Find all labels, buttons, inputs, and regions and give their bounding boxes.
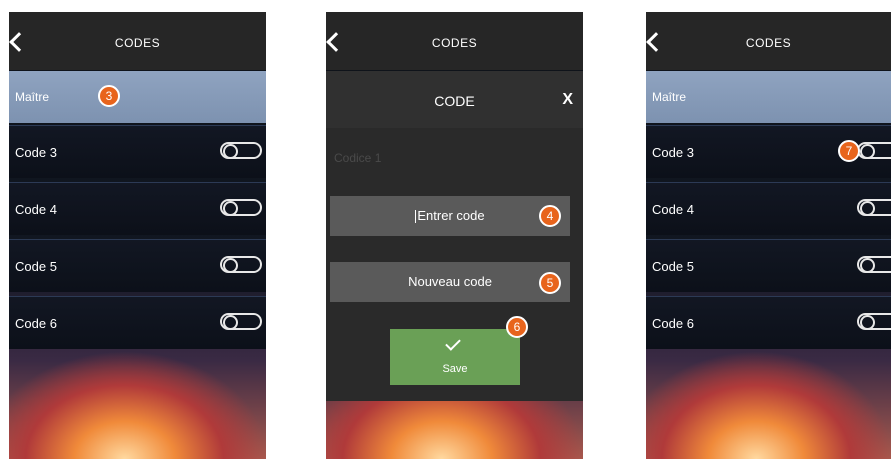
code-toggle[interactable] (857, 142, 891, 159)
code-label: Code 6 (15, 316, 57, 331)
code-toggle[interactable] (857, 256, 891, 273)
close-icon[interactable]: X (562, 91, 573, 109)
code-label: Code 3 (652, 145, 694, 160)
step-badge: 3 (98, 85, 120, 107)
master-code-row[interactable]: Maître (646, 71, 891, 123)
master-code-label: Maître (652, 90, 687, 104)
page-title: CODES (114, 36, 161, 50)
new-code-field[interactable]: Nouveau code (330, 262, 570, 302)
code-label: Code 4 (15, 202, 57, 217)
step-badge: 6 (506, 316, 528, 338)
master-code-label: Maître (15, 90, 50, 104)
code-label: Code 4 (652, 202, 694, 217)
code-toggle[interactable] (857, 313, 891, 330)
code-toggle[interactable] (220, 313, 262, 330)
code-label: Code 5 (15, 259, 57, 274)
master-code-row[interactable]: Maître 3 (9, 71, 266, 123)
modal-title: CODE (434, 93, 475, 109)
code-row-6[interactable]: Code 6 (9, 296, 266, 349)
code-label: Code 3 (15, 145, 57, 160)
code-row-6[interactable]: Code 6 (646, 296, 891, 349)
modal-header: CODE X (326, 71, 583, 128)
code-row-4[interactable]: Code 4 (9, 182, 266, 235)
enter-code-placeholder: Entrer code (417, 208, 485, 223)
code-toggle[interactable] (220, 142, 262, 159)
step-badge: 5 (539, 272, 561, 294)
ghost-code-label: Codice 1 (334, 151, 382, 165)
code-row-5[interactable]: Code 5 (9, 239, 266, 292)
new-code-placeholder: Nouveau code (408, 274, 492, 289)
step-badge: 7 (838, 140, 860, 162)
code-toggle[interactable] (857, 199, 891, 216)
page-title: CODES (431, 36, 478, 50)
enter-code-field[interactable]: Entrer code (330, 196, 570, 236)
check-icon (445, 335, 461, 351)
code-label: Code 5 (652, 259, 694, 274)
save-button[interactable]: Save (390, 329, 520, 385)
code-row-4[interactable]: Code 4 (646, 182, 891, 235)
phone-screen-codes-toggle: CODES Maître Code 3 7 Code 4 Code 5 Code… (646, 12, 891, 459)
header-bar: CODES (326, 12, 583, 70)
code-toggle[interactable] (220, 256, 262, 273)
page-title: CODES (745, 36, 792, 50)
code-toggle[interactable] (220, 199, 262, 216)
phone-screen-code-modal: CODES CODE X Codice 1 Entrer code 4 Nouv… (326, 12, 583, 459)
code-row-3[interactable]: Code 3 7 (646, 125, 891, 178)
code-row-3[interactable]: Code 3 (9, 125, 266, 178)
code-row-5[interactable]: Code 5 (646, 239, 891, 292)
phone-screen-codes-list: CODES Maître 3 Code 3 Code 4 Code 5 Code… (9, 12, 266, 459)
step-badge: 4 (539, 205, 561, 227)
save-label: Save (442, 363, 468, 375)
code-label: Code 6 (652, 316, 694, 331)
header-bar: CODES (9, 12, 266, 70)
header-bar: CODES (646, 12, 891, 70)
